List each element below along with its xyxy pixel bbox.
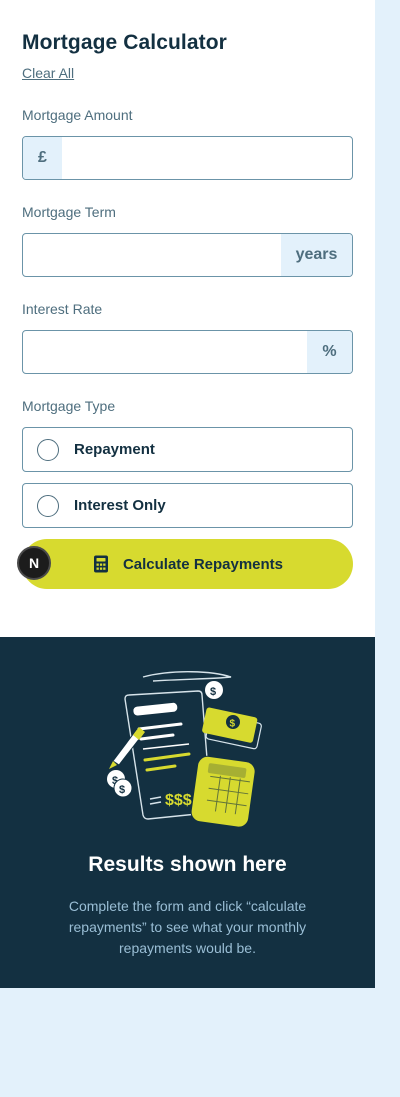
- interest-rate-field: %: [22, 330, 353, 374]
- radio-interest-only-label: Interest Only: [74, 497, 166, 514]
- mortgage-amount-field: £: [22, 136, 353, 180]
- interest-rate-input[interactable]: [23, 331, 307, 373]
- svg-text:$$$: $$$: [165, 792, 192, 809]
- clear-all-link[interactable]: Clear All: [22, 65, 74, 81]
- mortgage-term-label: Mortgage Term: [22, 204, 116, 220]
- results-title: Results shown here: [88, 853, 287, 876]
- mortgage-term-input[interactable]: [23, 234, 281, 276]
- calculate-repayments-button[interactable]: Calculate Repayments: [22, 539, 353, 589]
- n-badge-icon[interactable]: N: [17, 546, 51, 580]
- mortgage-type-label: Mortgage Type: [22, 398, 116, 414]
- mortgage-amount-label: Mortgage Amount: [22, 107, 133, 123]
- radio-circle-icon[interactable]: [37, 494, 59, 517]
- svg-text:$: $: [230, 719, 236, 730]
- radio-repayment[interactable]: Repayment: [22, 427, 353, 472]
- mortgage-form: Mortgage Calculator Clear All Mortgage A…: [0, 0, 375, 589]
- svg-text:$: $: [210, 686, 216, 698]
- calculator-icon: [93, 555, 108, 573]
- page-title: Mortgage Calculator: [22, 31, 227, 54]
- percent-suffix: %: [307, 331, 352, 373]
- currency-prefix: £: [23, 137, 62, 179]
- svg-text:$: $: [119, 784, 125, 796]
- results-description: Complete the form and click “calculate r…: [68, 898, 307, 956]
- results-panel: $$$ $ $ $ $ Results shown here Complete …: [0, 637, 375, 988]
- interest-rate-label: Interest Rate: [22, 301, 103, 317]
- calculator-card: Mortgage Calculator Clear All Mortgage A…: [0, 0, 375, 988]
- radio-circle-icon[interactable]: [37, 438, 59, 461]
- mortgage-amount-input[interactable]: [62, 137, 352, 179]
- radio-repayment-label: Repayment: [74, 441, 155, 458]
- years-suffix: years: [281, 234, 352, 276]
- calculator-illustration-icon: $$$ $ $ $ $: [107, 671, 262, 828]
- mortgage-term-field: years: [22, 233, 353, 277]
- radio-interest-only[interactable]: Interest Only: [22, 483, 353, 528]
- calculate-button-label: Calculate Repayments: [122, 555, 284, 573]
